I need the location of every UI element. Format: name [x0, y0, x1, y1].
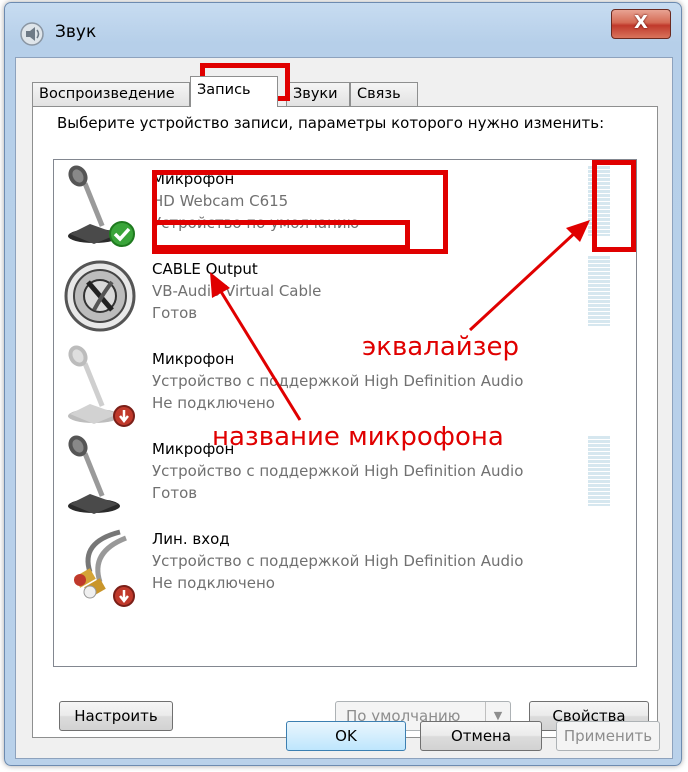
device-status: Готов	[152, 484, 198, 502]
cancel-button[interactable]: Отмена	[420, 721, 542, 751]
device-name: CABLE Output	[152, 260, 258, 278]
tab-communications[interactable]: Связь	[350, 82, 418, 106]
dialog-client-area: Воспроизведение Запись Звуки Связь Выбер…	[15, 57, 673, 759]
title-bar[interactable]: Звук X	[5, 3, 681, 57]
device-item[interactable]: Микрофон Устройство с поддержкой High De…	[54, 340, 636, 430]
line-in-disconnected-icon	[74, 529, 135, 607]
level-meter-highlight	[592, 160, 636, 252]
device-status: Готов	[152, 304, 198, 322]
window-title: Звук	[55, 22, 97, 42]
ok-button[interactable]: OK	[286, 721, 406, 751]
device-name: Лин. вход	[152, 530, 230, 548]
tab-playback[interactable]: Воспроизведение	[32, 82, 190, 106]
device-description: Устройство с поддержкой High Definition …	[152, 552, 524, 570]
equalizer-annotation: эквалайзер	[362, 332, 520, 362]
cable-icon	[64, 260, 136, 332]
level-meter	[588, 436, 610, 506]
close-button[interactable]: X	[611, 9, 671, 39]
tab-sounds[interactable]: Звуки	[286, 82, 350, 106]
device-status-highlight	[152, 220, 410, 250]
instructions-text: Выберите устройство записи, параметры ко…	[57, 114, 605, 132]
device-status: Не подключено	[152, 574, 275, 592]
close-icon: X	[634, 12, 648, 33]
device-text: CABLE Output VB-Audio Virtual Cable Гото…	[152, 258, 321, 324]
device-description: VB-Audio Virtual Cable	[152, 282, 322, 300]
apply-button[interactable]: Применить	[556, 721, 660, 751]
device-item[interactable]: CABLE Output VB-Audio Virtual Cable Гото…	[54, 250, 636, 340]
speaker-icon	[20, 22, 44, 46]
level-meter	[588, 256, 610, 326]
device-item[interactable]: Лин. вход Устройство с поддержкой High D…	[54, 520, 636, 610]
microphone-default-icon	[68, 165, 135, 247]
microphone-icon	[68, 435, 120, 514]
sound-dialog: Звук X Воспроизведение Запись Звуки Связ…	[4, 2, 682, 766]
mic-name-annotation: название микрофона	[212, 422, 504, 452]
device-description: Устройство с поддержкой High Definition …	[152, 462, 524, 480]
configure-button[interactable]: Настроить	[59, 701, 173, 731]
device-description: Устройство с поддержкой High Definition …	[152, 372, 524, 390]
device-status: Не подключено	[152, 394, 275, 412]
tab-recording[interactable]: Запись	[190, 76, 278, 107]
microphone-disconnected-icon	[68, 345, 135, 427]
device-text: Лин. вход Устройство с поддержкой High D…	[152, 528, 523, 594]
